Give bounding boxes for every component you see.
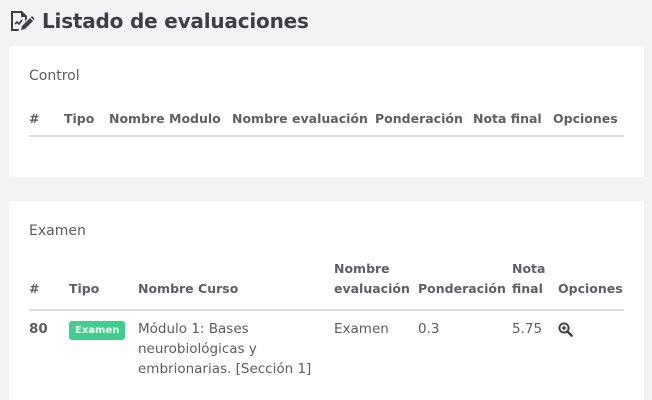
col-number: #: [29, 104, 64, 137]
page-header: Listado de evaluaciones: [8, 6, 309, 36]
row-type: Examen: [69, 310, 138, 379]
row-number: 80: [29, 321, 48, 337]
control-table-header-row: # Tipo Nombre Modulo Nombre evaluación P…: [29, 104, 624, 137]
page-title: Listado de evaluaciones: [42, 9, 309, 33]
col-type: Tipo: [69, 258, 138, 311]
col-options: Opciones: [553, 104, 624, 137]
row-evaluation-name: Examen: [334, 321, 389, 337]
control-table: # Tipo Nombre Modulo Nombre evaluación P…: [29, 104, 624, 137]
edit-document-icon: [8, 9, 34, 33]
col-weight: Ponderación: [375, 104, 473, 137]
col-final-grade: Nota final: [473, 104, 553, 137]
row-final-grade: 5.75: [512, 321, 543, 337]
exam-table: # Tipo Nombre Curso Nombre evaluación Po…: [29, 258, 624, 379]
control-card-title: Control: [29, 68, 80, 84]
col-number: #: [29, 258, 69, 311]
row-weight: 0.3: [418, 321, 440, 337]
col-weight: Ponderación: [418, 258, 512, 311]
col-type: Tipo: [64, 104, 109, 137]
exam-table-header-row: # Tipo Nombre Curso Nombre evaluación Po…: [29, 258, 624, 311]
row-options: [558, 310, 624, 379]
status-badge: Examen: [69, 321, 126, 340]
row-course-name: Módulo 1: Bases neurobiológicas y embrio…: [138, 321, 312, 377]
col-course-name: Nombre Curso: [138, 258, 334, 311]
zoom-in-icon[interactable]: [558, 322, 573, 343]
exam-card: Examen # Tipo Nombre Curso Nombre evalua…: [9, 201, 644, 400]
col-evaluation-name: Nombre evaluación: [334, 258, 418, 311]
col-evaluation-name: Nombre evaluación: [232, 104, 375, 137]
control-card: Control # Tipo Nombre Modulo Nombre eval…: [9, 46, 644, 177]
col-final-grade: Nota final: [512, 258, 558, 311]
col-options: Opciones: [558, 258, 624, 311]
col-module-name: Nombre Modulo: [109, 104, 232, 137]
table-row: 80 Examen Módulo 1: Bases neurobiológica…: [29, 310, 624, 379]
exam-card-title: Examen: [29, 223, 86, 239]
